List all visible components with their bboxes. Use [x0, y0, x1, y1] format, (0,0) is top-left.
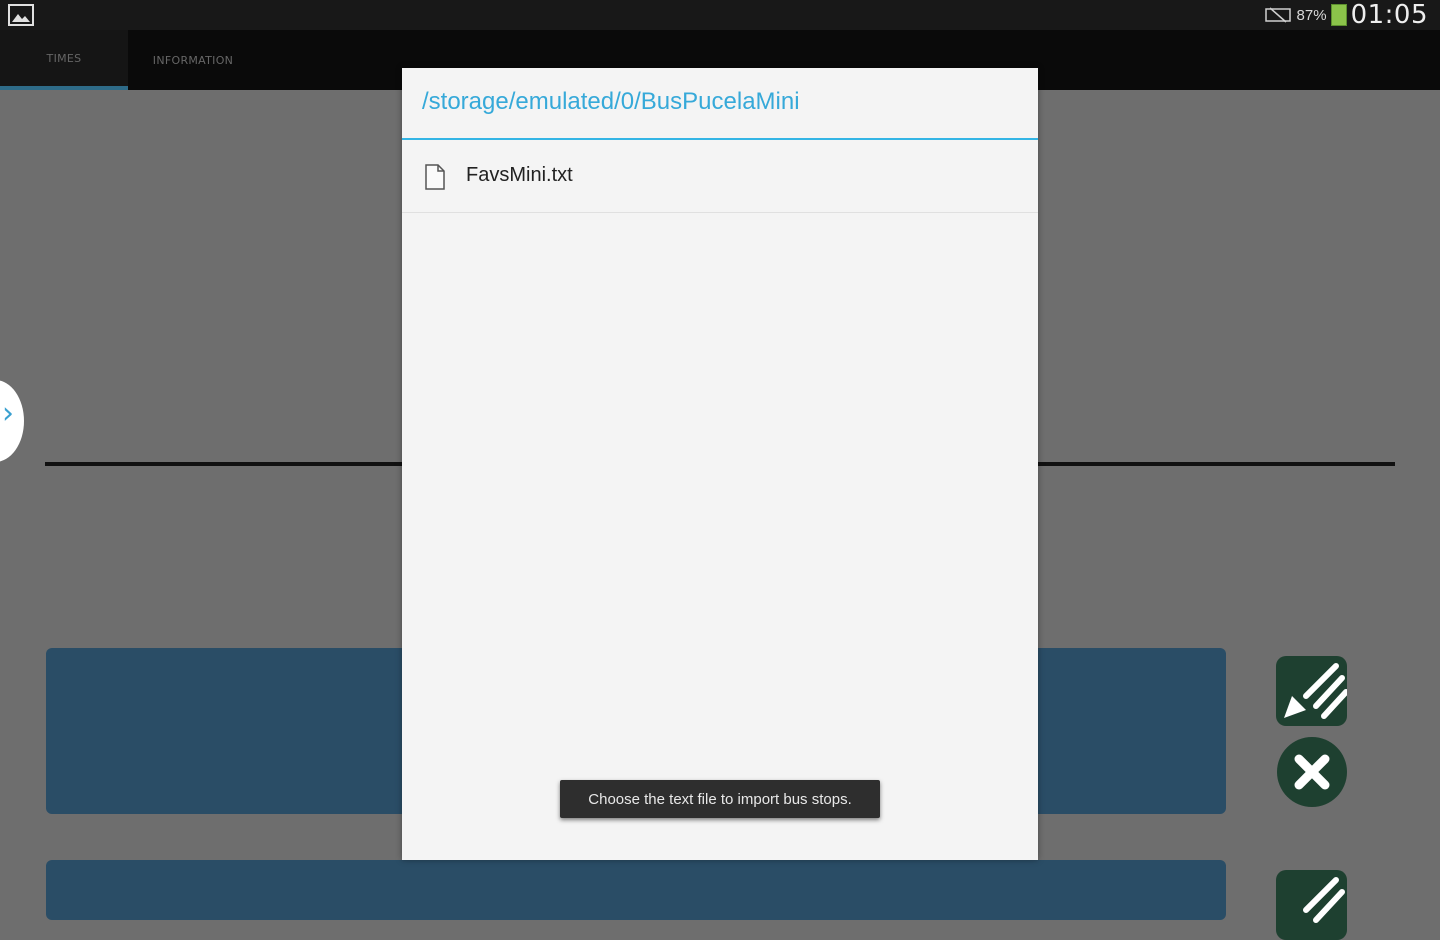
toast-message: Choose the text file to import bus stops… [560, 780, 880, 818]
tab-information[interactable]: INFORMATION [128, 30, 258, 90]
file-chooser-dialog: /storage/emulated/0/BusPucelaMini FavsMi… [402, 68, 1038, 860]
pencil-icon [1303, 877, 1345, 923]
bus-stop-card[interactable] [46, 860, 1226, 920]
close-icon [1294, 754, 1330, 790]
silent-mode-icon [1264, 7, 1291, 23]
delete-button[interactable] [1277, 737, 1347, 807]
pencil-icon [1284, 663, 1347, 719]
dialog-title: /storage/emulated/0/BusPucelaMini [422, 88, 800, 115]
edit-button[interactable] [1276, 656, 1347, 726]
status-icons: 87% 01:05 [1264, 0, 1428, 30]
chevron-right-icon[interactable]: › [2, 396, 14, 431]
file-name: FavsMini.txt [466, 164, 573, 186]
battery-icon [1330, 4, 1347, 26]
status-bar: 87% 01:05 [0, 0, 1440, 30]
gallery-notification-icon [8, 4, 34, 26]
file-icon [425, 164, 445, 190]
battery-percentage: 87% [1296, 6, 1327, 24]
file-list-item[interactable]: FavsMini.txt [402, 140, 1038, 213]
edit-button[interactable] [1276, 870, 1347, 940]
tab-times[interactable]: TIMES [0, 30, 128, 90]
clock: 01:05 [1350, 0, 1428, 30]
